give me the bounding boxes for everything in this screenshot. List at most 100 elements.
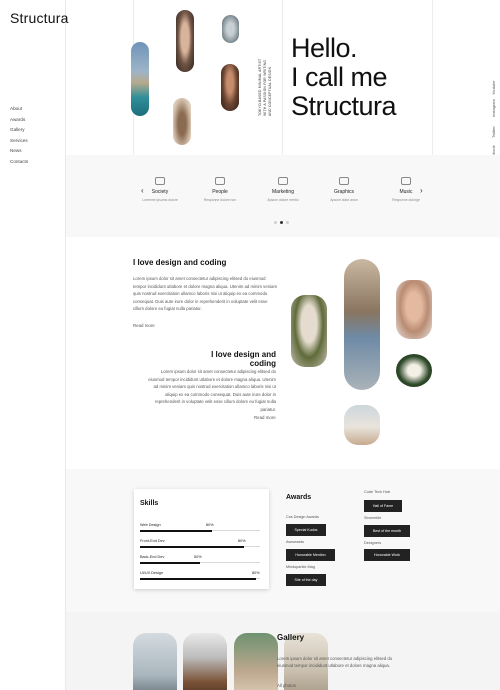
people-icon <box>215 177 225 185</box>
award-button-honorable-mention[interactable]: Honorable Mention <box>286 549 335 561</box>
hero-photo-small <box>222 15 239 43</box>
about-photo-jeans <box>344 259 380 390</box>
nav-item-services[interactable]: Services <box>10 136 28 147</box>
service-item-marketing[interactable]: Marketing Apsum dolore mertio <box>260 177 306 202</box>
hero-photo-portrait <box>176 10 194 72</box>
about-photo-beach <box>344 405 380 445</box>
gallery-photo[interactable] <box>183 633 227 690</box>
gallery-text: Lorem ipsum dolor sit amet consectetur a… <box>277 656 393 669</box>
service-item-people[interactable]: People Responne dolore non <box>197 177 243 202</box>
carousel-dots <box>274 211 292 229</box>
carousel-dot[interactable] <box>286 221 289 224</box>
nav-item-contacts[interactable]: Contacts <box>10 157 28 168</box>
skills-card: Skills Web Design 80% Front-End Dev 80% … <box>134 489 269 589</box>
skill-label: Front-End Dev <box>140 539 165 543</box>
award-label: Css Design Awards <box>286 515 319 519</box>
about-section: I love design and coding Lorem ipsum dol… <box>66 237 500 469</box>
skill-label: Back-End Dev <box>140 555 165 559</box>
skill-back-end: Back-End Dev 50% <box>140 555 260 565</box>
graphics-icon <box>339 177 349 185</box>
hero-photo-mountain <box>131 42 149 116</box>
skills-title: Skills <box>140 500 159 507</box>
service-name: Marketing <box>272 189 294 195</box>
hero-title-line-1: Hello. <box>291 33 358 63</box>
skill-bar-fill <box>140 545 245 548</box>
hero-title-line-3: Structura <box>291 91 397 121</box>
hero-caption: TOKYO-BASED MINIMAL ARTIST WITH A PASSIO… <box>258 58 272 116</box>
award-label: Strunmble <box>364 516 382 520</box>
site-logo[interactable]: Structura <box>10 10 69 26</box>
skill-bar-fill <box>140 577 257 580</box>
award-button-hall-of-fame[interactable]: Hall of Fame <box>364 500 402 512</box>
skill-front-end: Front-End Dev 80% <box>140 539 260 549</box>
about-photo-flowers <box>396 354 432 387</box>
hero-photo-sunglasses <box>221 64 239 111</box>
service-desc: Loremne ipsumo dolore <box>142 198 178 202</box>
service-item-society[interactable]: Society Loremne ipsumo dolore <box>137 177 183 202</box>
about-text-1: Lorem ipsum dolor sit amet consectetur a… <box>133 276 278 312</box>
about-heading-2: I love design and coding <box>211 350 276 368</box>
service-name: Graphics <box>333 189 354 195</box>
nav-item-gallery[interactable]: Gallery <box>10 125 28 136</box>
skill-percent: 80% <box>238 539 246 543</box>
awards-title: Awards <box>286 494 312 501</box>
service-item-graphics[interactable]: Graphics Apsum dolor anun <box>321 177 367 202</box>
all-photos-link[interactable]: All photos <box>277 683 296 688</box>
hero-photo-back <box>173 98 191 145</box>
nav-item-awards[interactable]: Awards <box>10 115 28 126</box>
carousel-dot-active[interactable] <box>280 221 283 224</box>
skill-percent: 80% <box>206 523 214 527</box>
gallery-section <box>66 612 500 690</box>
hero-section: TOKYO-BASED MINIMAL ARTIST WITH A PASSIO… <box>66 0 500 163</box>
main-content: TOKYO-BASED MINIMAL ARTIST WITH A PASSIO… <box>66 0 500 690</box>
award-button-honorable-work[interactable]: Honorable Work <box>364 549 410 561</box>
social-link-twitter[interactable]: Twitter <box>491 126 496 138</box>
about-photo-green <box>291 295 327 367</box>
about-heading-1: I love design and coding <box>133 258 227 267</box>
gallery-photo[interactable] <box>234 633 278 690</box>
award-label: Code Tech Hub <box>364 490 391 494</box>
services-carousel: ‹ Society Loremne ipsumo dolore People R… <box>66 155 500 237</box>
hero-title: Hello. I call me Structura <box>291 33 397 121</box>
carousel-dot[interactable] <box>274 221 277 224</box>
marketing-icon <box>278 177 288 185</box>
read-more-link-1[interactable]: Read more <box>133 323 155 328</box>
skill-percent: 80% <box>252 571 260 575</box>
about-text-2: Lorem ipsum dolor sit amet consectetur a… <box>148 369 276 412</box>
skill-ui-ux: UI/UX Design 80% <box>140 571 260 581</box>
nav-item-news[interactable]: News <box>10 146 28 157</box>
award-label: Mindsparkle Mag <box>286 565 315 569</box>
service-desc: Apsum dolor anun <box>330 198 358 202</box>
service-name: Society <box>151 189 169 195</box>
award-label: Designers <box>364 541 382 545</box>
gallery-title: Gallery <box>277 633 305 642</box>
skill-percent: 50% <box>194 555 202 559</box>
skill-bar-fill <box>140 529 212 532</box>
award-button-best-of-month[interactable]: Best of the month <box>364 525 410 537</box>
skill-label: Web Design <box>140 523 161 527</box>
award-button-site-of-the-day[interactable]: Site of the day <box>286 574 326 586</box>
gallery-photo[interactable] <box>133 633 177 690</box>
service-desc: Apsum dolore mertio <box>267 198 299 202</box>
skill-web-design: Web Design 80% <box>140 523 260 533</box>
service-desc: Responne dolorge <box>392 198 420 202</box>
carousel-next-arrow[interactable]: › <box>420 186 423 195</box>
skills-awards-section: Skills Web Design 80% Front-End Dev 80% … <box>66 469 500 612</box>
hero-title-line-2: I call me <box>291 62 388 92</box>
service-name: People <box>212 189 228 195</box>
society-icon <box>155 177 165 185</box>
skill-label: UI/UX Design <box>140 571 164 575</box>
sidebar: Structura About Awards Gallery Services … <box>0 0 69 690</box>
about-photo-face <box>396 280 432 339</box>
read-more-link-2[interactable]: Read more <box>254 415 276 420</box>
social-link-youtube[interactable]: Youtube <box>491 80 496 95</box>
social-links: Youtube Instagram Twitter Facebook <box>491 0 500 163</box>
award-button-special-kudos[interactable]: Special Kudos <box>286 524 326 536</box>
music-icon <box>401 177 411 185</box>
main-nav: About Awards Gallery Services News Conta… <box>10 104 28 167</box>
skill-bar-fill <box>140 561 200 564</box>
service-desc: Responne dolore non <box>203 198 237 202</box>
award-label: Awwwards <box>286 540 305 544</box>
social-link-instagram[interactable]: Instagram <box>491 99 496 117</box>
nav-item-about[interactable]: About <box>10 104 28 115</box>
